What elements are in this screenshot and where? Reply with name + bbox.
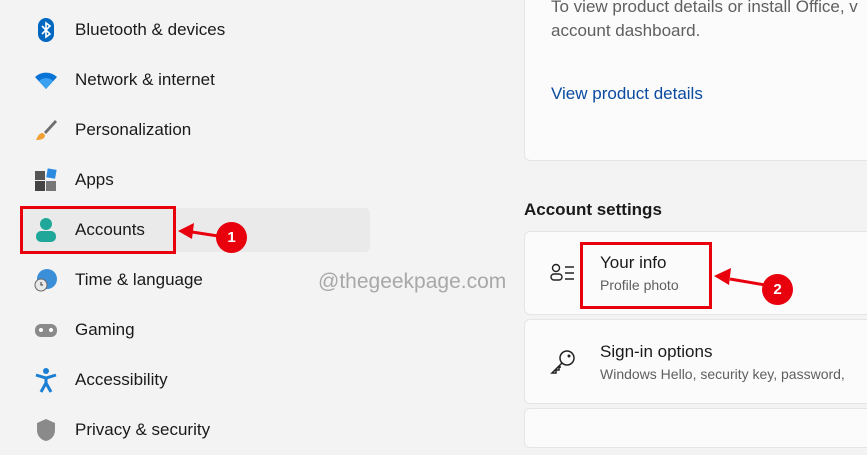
- step-badge-1: 1: [216, 222, 247, 253]
- annotation-arrows: [178, 223, 766, 287]
- step-badge-2: 2: [762, 274, 793, 305]
